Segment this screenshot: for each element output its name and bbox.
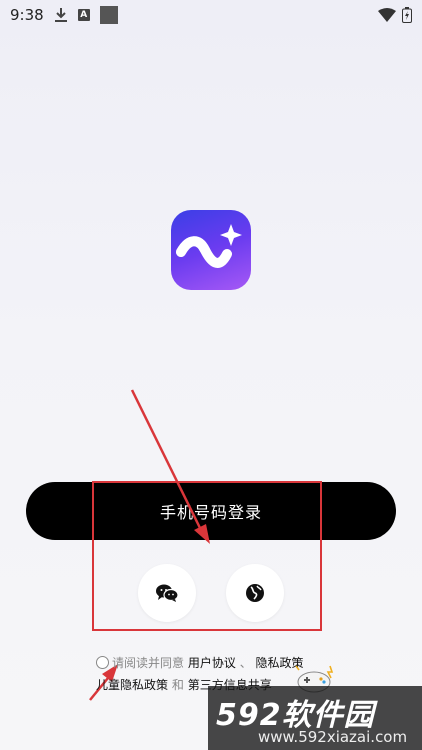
agreement-sep: 、 [239,656,252,670]
agreement-and: 和 [171,678,184,692]
globe-icon [246,584,264,602]
square-icon [99,6,118,24]
app-logo [171,210,251,290]
wifi-icon [378,8,396,22]
status-left: 9:38 A [10,6,118,24]
text-a-icon: A [77,9,90,21]
status-time: 9:38 [10,6,44,24]
battery-icon [402,7,412,23]
wechat-icon [156,584,179,602]
children-privacy-link[interactable]: 儿童隐私政策 [96,678,168,692]
other-login-button[interactable] [226,564,284,622]
watermark-url: www.592xiazai.com [258,728,408,746]
agreement-checkbox[interactable] [96,656,109,669]
app-logo-wave-sparkle-icon [176,224,242,268]
agreement-prefix: 请阅读并同意 [112,656,185,670]
watermark: 592软件园 www.592xiazai.com [208,686,422,750]
user-agreement-link[interactable]: 用户协议 [188,656,236,670]
phone-login-button[interactable]: 手机号码登录 [26,482,396,540]
download-icon [54,7,68,23]
wechat-login-button[interactable] [138,564,196,622]
status-bar: 9:38 A [0,0,422,30]
status-right [378,7,412,23]
annotation-arrows [89,389,210,701]
